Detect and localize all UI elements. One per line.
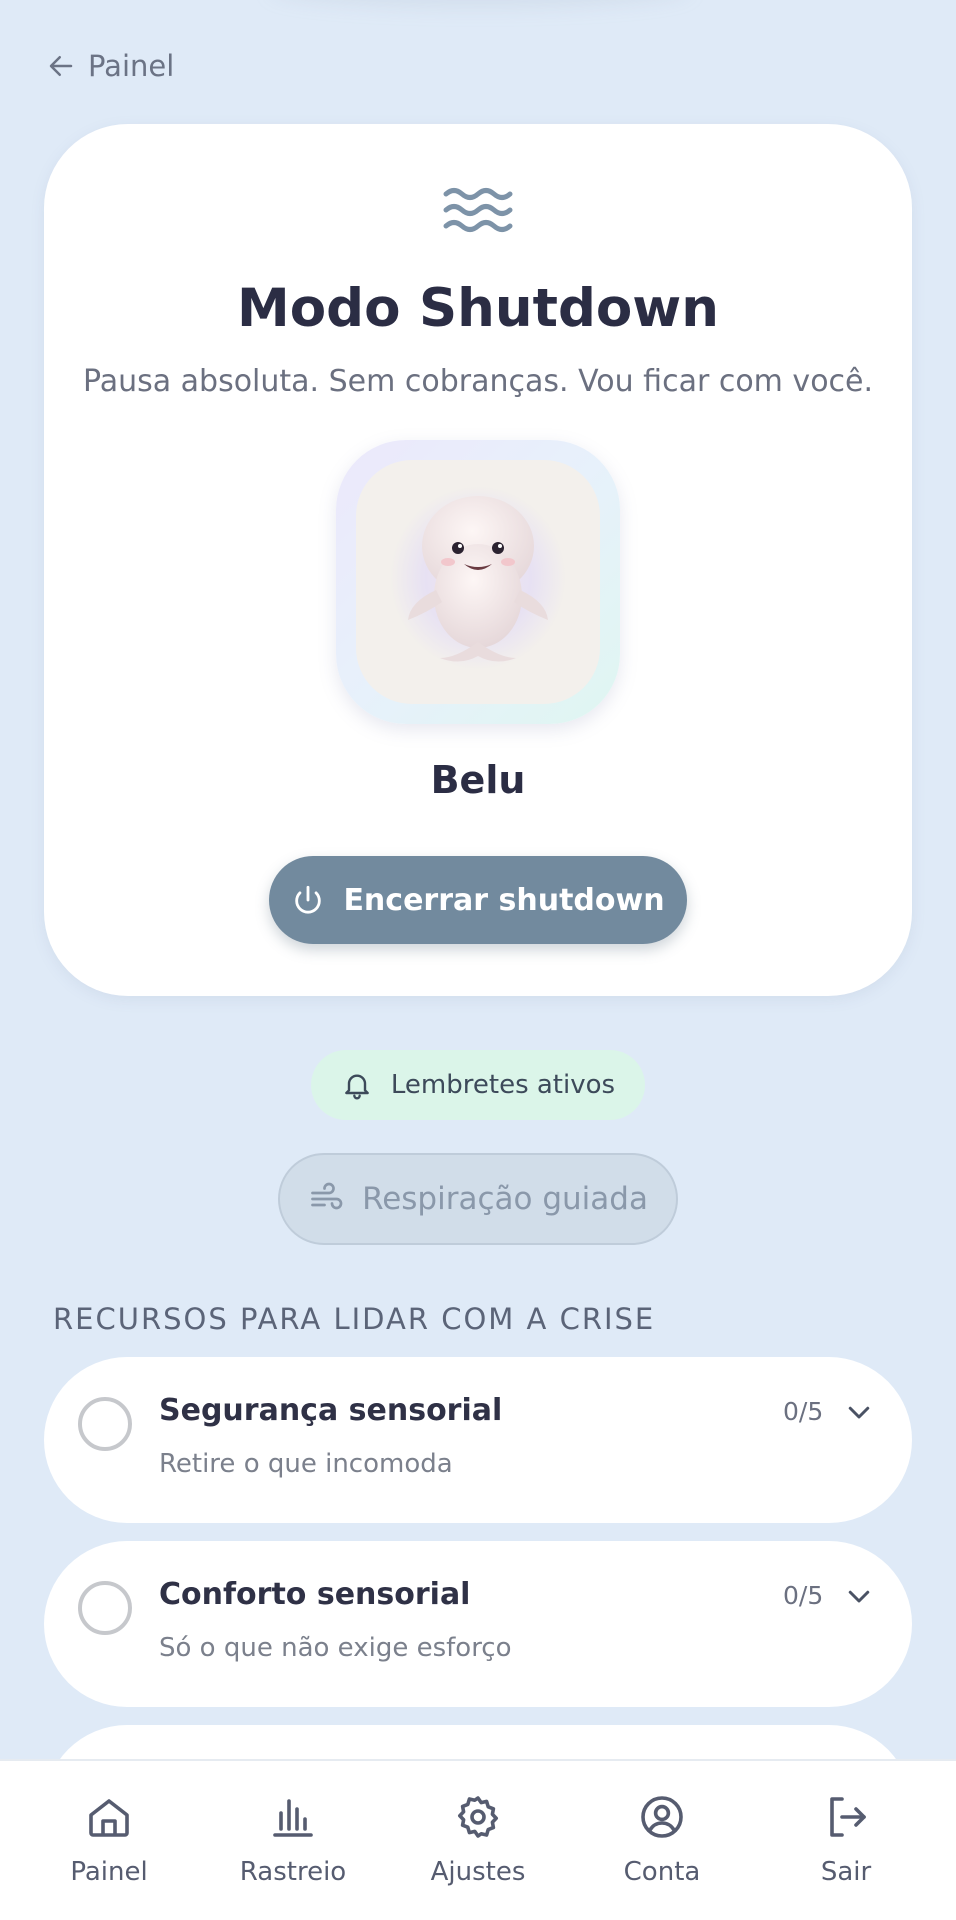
guided-breathing-label: Respiração guiada <box>362 1181 648 1217</box>
beluga-illustration <box>390 486 566 670</box>
top-shadow <box>270 0 690 6</box>
home-icon <box>89 1799 129 1837</box>
nav-label: Ajustes <box>430 1857 526 1887</box>
page-title: Modo Shutdown <box>237 278 719 339</box>
nav-item-sair[interactable]: Sair <box>766 1761 926 1920</box>
power-icon <box>295 885 322 914</box>
nav-label: Conta <box>623 1857 701 1887</box>
bar-chart-icon <box>273 1799 313 1837</box>
resource-item-sensory-comfort[interactable]: Conforto sensorial Só o que não exige es… <box>44 1541 912 1707</box>
waves-icon <box>443 188 513 232</box>
resource-checkbox[interactable] <box>78 1581 132 1635</box>
bottom-nav: Painel Rastreio Ajustes Conta Sair <box>0 1759 956 1920</box>
arrow-left-icon <box>49 56 73 76</box>
chevron-down-icon[interactable] <box>844 1397 874 1427</box>
guided-breathing-button[interactable]: Respiração guiada <box>278 1153 678 1245</box>
nav-label: Sair <box>820 1857 872 1887</box>
back-label: Painel <box>88 49 175 83</box>
nav-item-conta[interactable]: Conta <box>582 1761 742 1920</box>
resource-checkbox[interactable] <box>78 1397 132 1451</box>
reminders-label: Lembretes ativos <box>390 1070 616 1100</box>
shutdown-screen: Painel Modo Shutdown Pausa absoluta. Sem… <box>0 0 956 1920</box>
pet-avatar <box>356 460 600 704</box>
resource-subtitle: Só o que não exige esforço <box>159 1633 512 1663</box>
logout-icon <box>830 1797 866 1837</box>
resource-progress: 0/5 <box>783 1397 824 1426</box>
pet-name: Belu <box>430 758 526 802</box>
end-shutdown-button[interactable]: Encerrar shutdown <box>269 856 687 944</box>
resource-subtitle: Retire o que incomoda <box>159 1449 453 1479</box>
resource-item-sensory-safety[interactable]: Segurança sensorial Retire o que incomod… <box>44 1357 912 1523</box>
nav-item-ajustes[interactable]: Ajustes <box>398 1761 558 1920</box>
resource-progress: 0/5 <box>783 1581 824 1610</box>
nav-item-painel[interactable]: Painel <box>29 1761 189 1920</box>
page-subtitle: Pausa absoluta. Sem cobranças. Vou ficar… <box>82 364 874 399</box>
gear-icon <box>458 1796 498 1838</box>
nav-label: Rastreio <box>239 1857 347 1887</box>
end-shutdown-label: Encerrar shutdown <box>343 882 665 918</box>
bell-icon <box>345 1074 369 1100</box>
reminders-badge[interactable]: Lembretes ativos <box>311 1050 645 1120</box>
wind-icon <box>311 1182 343 1210</box>
nav-label: Painel <box>70 1857 148 1887</box>
pet-avatar-frame <box>336 440 620 724</box>
resource-title: Segurança sensorial <box>159 1393 503 1428</box>
nav-item-rastreio[interactable]: Rastreio <box>213 1761 373 1920</box>
back-link[interactable]: Painel <box>46 46 174 86</box>
resource-title: Conforto sensorial <box>159 1577 471 1612</box>
chevron-down-icon[interactable] <box>844 1581 874 1611</box>
resources-section-title: RECURSOS PARA LIDAR COM A CRISE <box>53 1302 656 1336</box>
user-circle-icon <box>641 1796 683 1838</box>
